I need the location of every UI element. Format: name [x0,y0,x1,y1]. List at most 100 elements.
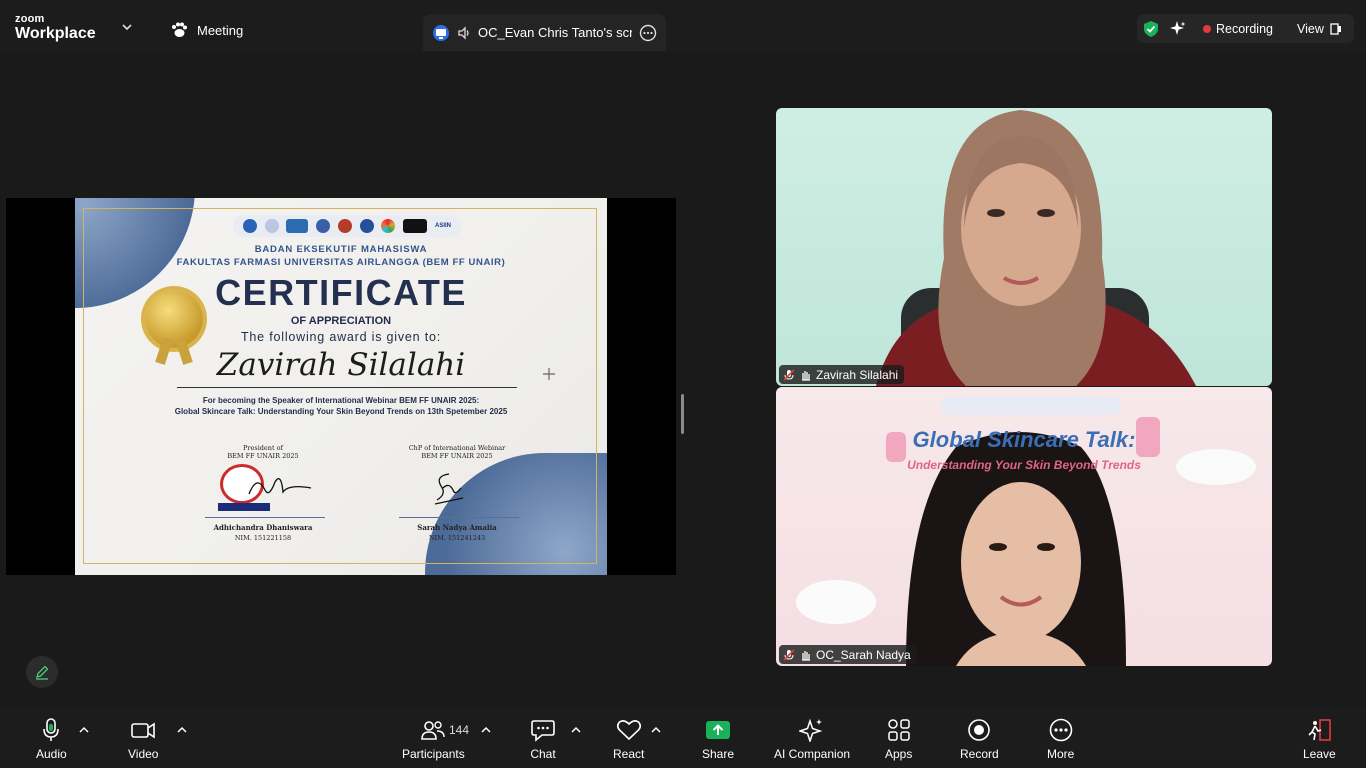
more-options-icon[interactable] [639,24,657,42]
signer2-role-line1: ChP of International Webinar [408,444,506,452]
react-button[interactable]: React [613,718,644,761]
participant-name-tag: Zavirah Silalahi [779,365,905,384]
logo-icon [359,219,374,233]
signer1-nim: NIM. 151221158 [234,534,292,542]
view-button[interactable]: View [1297,22,1324,36]
banner-title: Global Skincare Talk: [912,427,1136,452]
ai-companion-button[interactable]: AI Companion [774,718,850,761]
signer2-rule [399,517,519,518]
share-button[interactable]: Share [702,718,734,761]
signer1-rule [205,517,325,518]
crosshair-cursor-icon [543,368,555,380]
signer2-role: ChP of International Webinar BEM FF UNAI… [387,444,527,460]
video-options-caret-icon[interactable] [177,726,187,734]
raise-hand-icon [802,370,810,381]
logo-icon [337,219,352,233]
audio-label: Audio [36,747,67,761]
leave-button[interactable]: Leave [1303,718,1336,761]
leave-door-icon [1308,719,1332,741]
brand-large-text: Workplace [15,25,96,42]
heart-icon [616,720,641,741]
participant-name: Zavirah Silalahi [816,367,899,382]
react-label: React [613,747,645,761]
ai-companion-icon [799,718,823,742]
signer2-nim: NIM. 151241243 [428,534,486,542]
mic-muted-icon [783,368,795,381]
speaker-icon[interactable] [457,25,471,40]
microphone-icon [43,718,60,741]
stamp-band [218,503,270,511]
recording-label[interactable]: Recording [1216,22,1273,36]
brand-small-text: zoom [15,13,45,25]
participant-name: OC_Sarah Nadya [816,647,911,662]
video-camera-icon [131,722,156,739]
chat-bubble-icon [531,720,555,742]
apps-label: Apps [885,747,913,761]
annotate-button[interactable] [26,656,58,688]
participant-tile[interactable]: Global Skincare Talk: Understanding Your… [776,387,1272,666]
share-screen-icon [706,721,731,739]
meeting-menu[interactable]: Meeting [170,22,243,38]
logo-icon [403,219,428,233]
top-bar: zoom Workplace Meeting OC_Evan Chris Tan… [0,0,1366,52]
certificate-recipient: Zavirah Silalahi [216,347,466,383]
chat-button[interactable]: Chat [530,718,556,761]
chat-options-caret-icon[interactable] [571,726,581,734]
bottom-toolbar: Audio Video Participants 144 Chat React [0,708,1366,768]
signature2-icon [434,473,464,505]
certificate-image: ASIIN BADAN EKSEKUTIF MAHASISWA FAKULTAS… [75,198,607,575]
share-label: Share [702,747,735,761]
meeting-label: Meeting [197,22,244,38]
logo-icon [264,219,279,233]
ai-companion-label: AI Companion [774,747,851,761]
signature1-icon [248,478,312,495]
zoom-workplace-logo[interactable]: zoom Workplace [15,14,96,42]
react-options-caret-icon[interactable] [651,726,661,734]
certificate-org-line2: FAKULTAS FARMASI UNIVERSITAS AIRLANGGA (… [176,257,506,268]
pencil-icon [36,665,49,680]
signer1-role-line2: BEM FF UNAIR 2025 [227,452,299,460]
screen-share-tab[interactable]: OC_Evan Chris Tanto's screen [423,14,666,51]
signer2-role-line2: BEM FF UNAIR 2025 [421,452,493,460]
recording-dot-icon [1203,24,1211,33]
chat-label: Chat [530,747,556,761]
participant-video-1 [876,110,1196,386]
shield-check-icon[interactable] [1142,20,1160,38]
raise-hand-icon [802,650,810,661]
apps-icon [887,719,910,741]
audio-button[interactable]: Audio [36,718,67,761]
participants-options-caret-icon[interactable] [481,726,491,734]
apps-button[interactable]: Apps [885,718,912,761]
signer1-name: Adhichandra Dhaniswara [213,523,313,532]
participants-label: Participants [402,747,465,761]
participant-name-tag: OC_Sarah Nadya [779,645,917,664]
signer1-role-line1: President of [243,444,283,452]
signer2-name: Sarah Nadya Amalia [417,523,497,532]
video-button[interactable]: Video [128,718,158,761]
ai-sparkle-icon[interactable] [1169,20,1187,38]
participants-icon [421,721,446,740]
audio-options-caret-icon[interactable] [79,726,89,734]
record-label: Record [960,747,999,761]
participant-tile[interactable]: Zavirah Silalahi [776,108,1272,386]
video-label: Video [128,747,159,761]
more-icon [1049,718,1072,742]
banner-subtitle: Understanding Your Skin Beyond Trends [907,458,1141,472]
logo-icon [286,219,309,233]
record-button[interactable]: Record [960,718,999,761]
split-divider-handle[interactable] [681,394,684,434]
certificate-description-1: For becoming the Speaker of Internationa… [202,396,480,405]
certificate-description-2: Global Skincare Talk: Understanding Your… [174,407,508,416]
recipient-underline [177,387,517,388]
view-layout-icon[interactable] [1330,22,1342,35]
top-right-controls: Recording View [1137,14,1354,43]
chevron-down-icon[interactable] [122,22,132,32]
logo-strip: ASIIN [233,215,461,237]
asiin-logo-text: ASIIN [435,223,452,229]
share-title: OC_Evan Chris Tanto's screen [478,25,632,40]
certificate-org-line1: BADAN EKSEKUTIF MAHASISWA [254,244,428,255]
record-icon [968,719,991,741]
share-user-icon [433,24,449,41]
participants-count: 144 [449,723,470,737]
more-button[interactable]: More [1047,718,1074,761]
